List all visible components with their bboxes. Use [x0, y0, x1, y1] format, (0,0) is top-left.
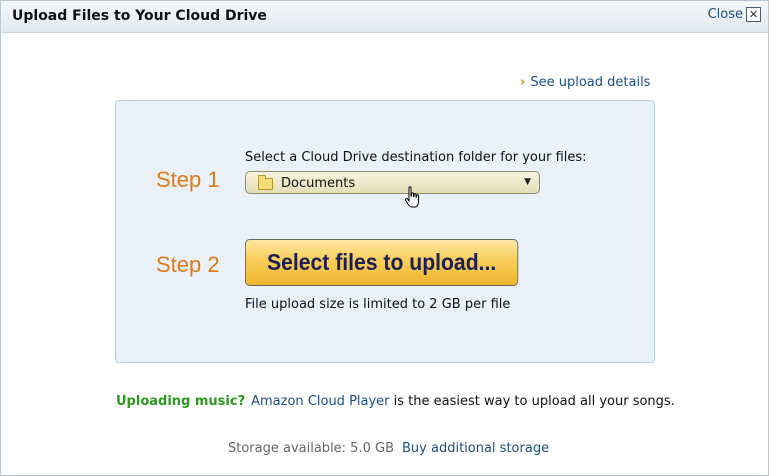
folder-instruction: Select a Cloud Drive destination folder … [245, 150, 587, 165]
storage-available-text: Storage available: 5.0 GB [228, 441, 394, 456]
dialog-titlebar: Upload Files to Your Cloud Drive Close ✕ [1, 1, 768, 33]
music-promo-label: Uploading music? [116, 394, 246, 409]
storage-info: Storage available: 5.0 GB Buy additional … [228, 441, 549, 456]
select-files-button-label: Select files to upload... [266, 249, 497, 275]
close-icon[interactable]: ✕ [746, 7, 761, 22]
chevron-down-icon[interactable]: ▼ [524, 177, 531, 187]
buy-storage-link[interactable]: Buy additional storage [402, 441, 549, 456]
music-promo: Uploading music? Amazon Cloud Player is t… [116, 394, 675, 409]
dialog-title: Upload Files to Your Cloud Drive [12, 8, 267, 24]
chevron-right-icon: › [520, 75, 526, 90]
see-upload-details-label[interactable]: See upload details [530, 75, 650, 90]
upload-steps-panel [115, 100, 655, 363]
amazon-cloud-player-link[interactable]: Amazon Cloud Player [251, 394, 389, 409]
close-button[interactable]: Close ✕ [708, 7, 761, 22]
folder-icon [258, 175, 273, 190]
step-2-label: Step 2 [156, 252, 220, 277]
music-promo-text: is the easiest way to upload all your so… [389, 394, 675, 409]
close-link[interactable]: Close [708, 7, 743, 22]
hand-pointer-icon [404, 186, 419, 208]
destination-folder-select[interactable]: Documents ▼ [245, 171, 540, 194]
step-1-label: Step 1 [156, 167, 220, 192]
upload-size-note: File upload size is limited to 2 GB per … [245, 297, 511, 312]
selected-folder-value: Documents [281, 176, 356, 191]
see-upload-details-link[interactable]: › See upload details [520, 75, 650, 90]
select-files-button[interactable]: Select files to upload... [245, 239, 519, 286]
